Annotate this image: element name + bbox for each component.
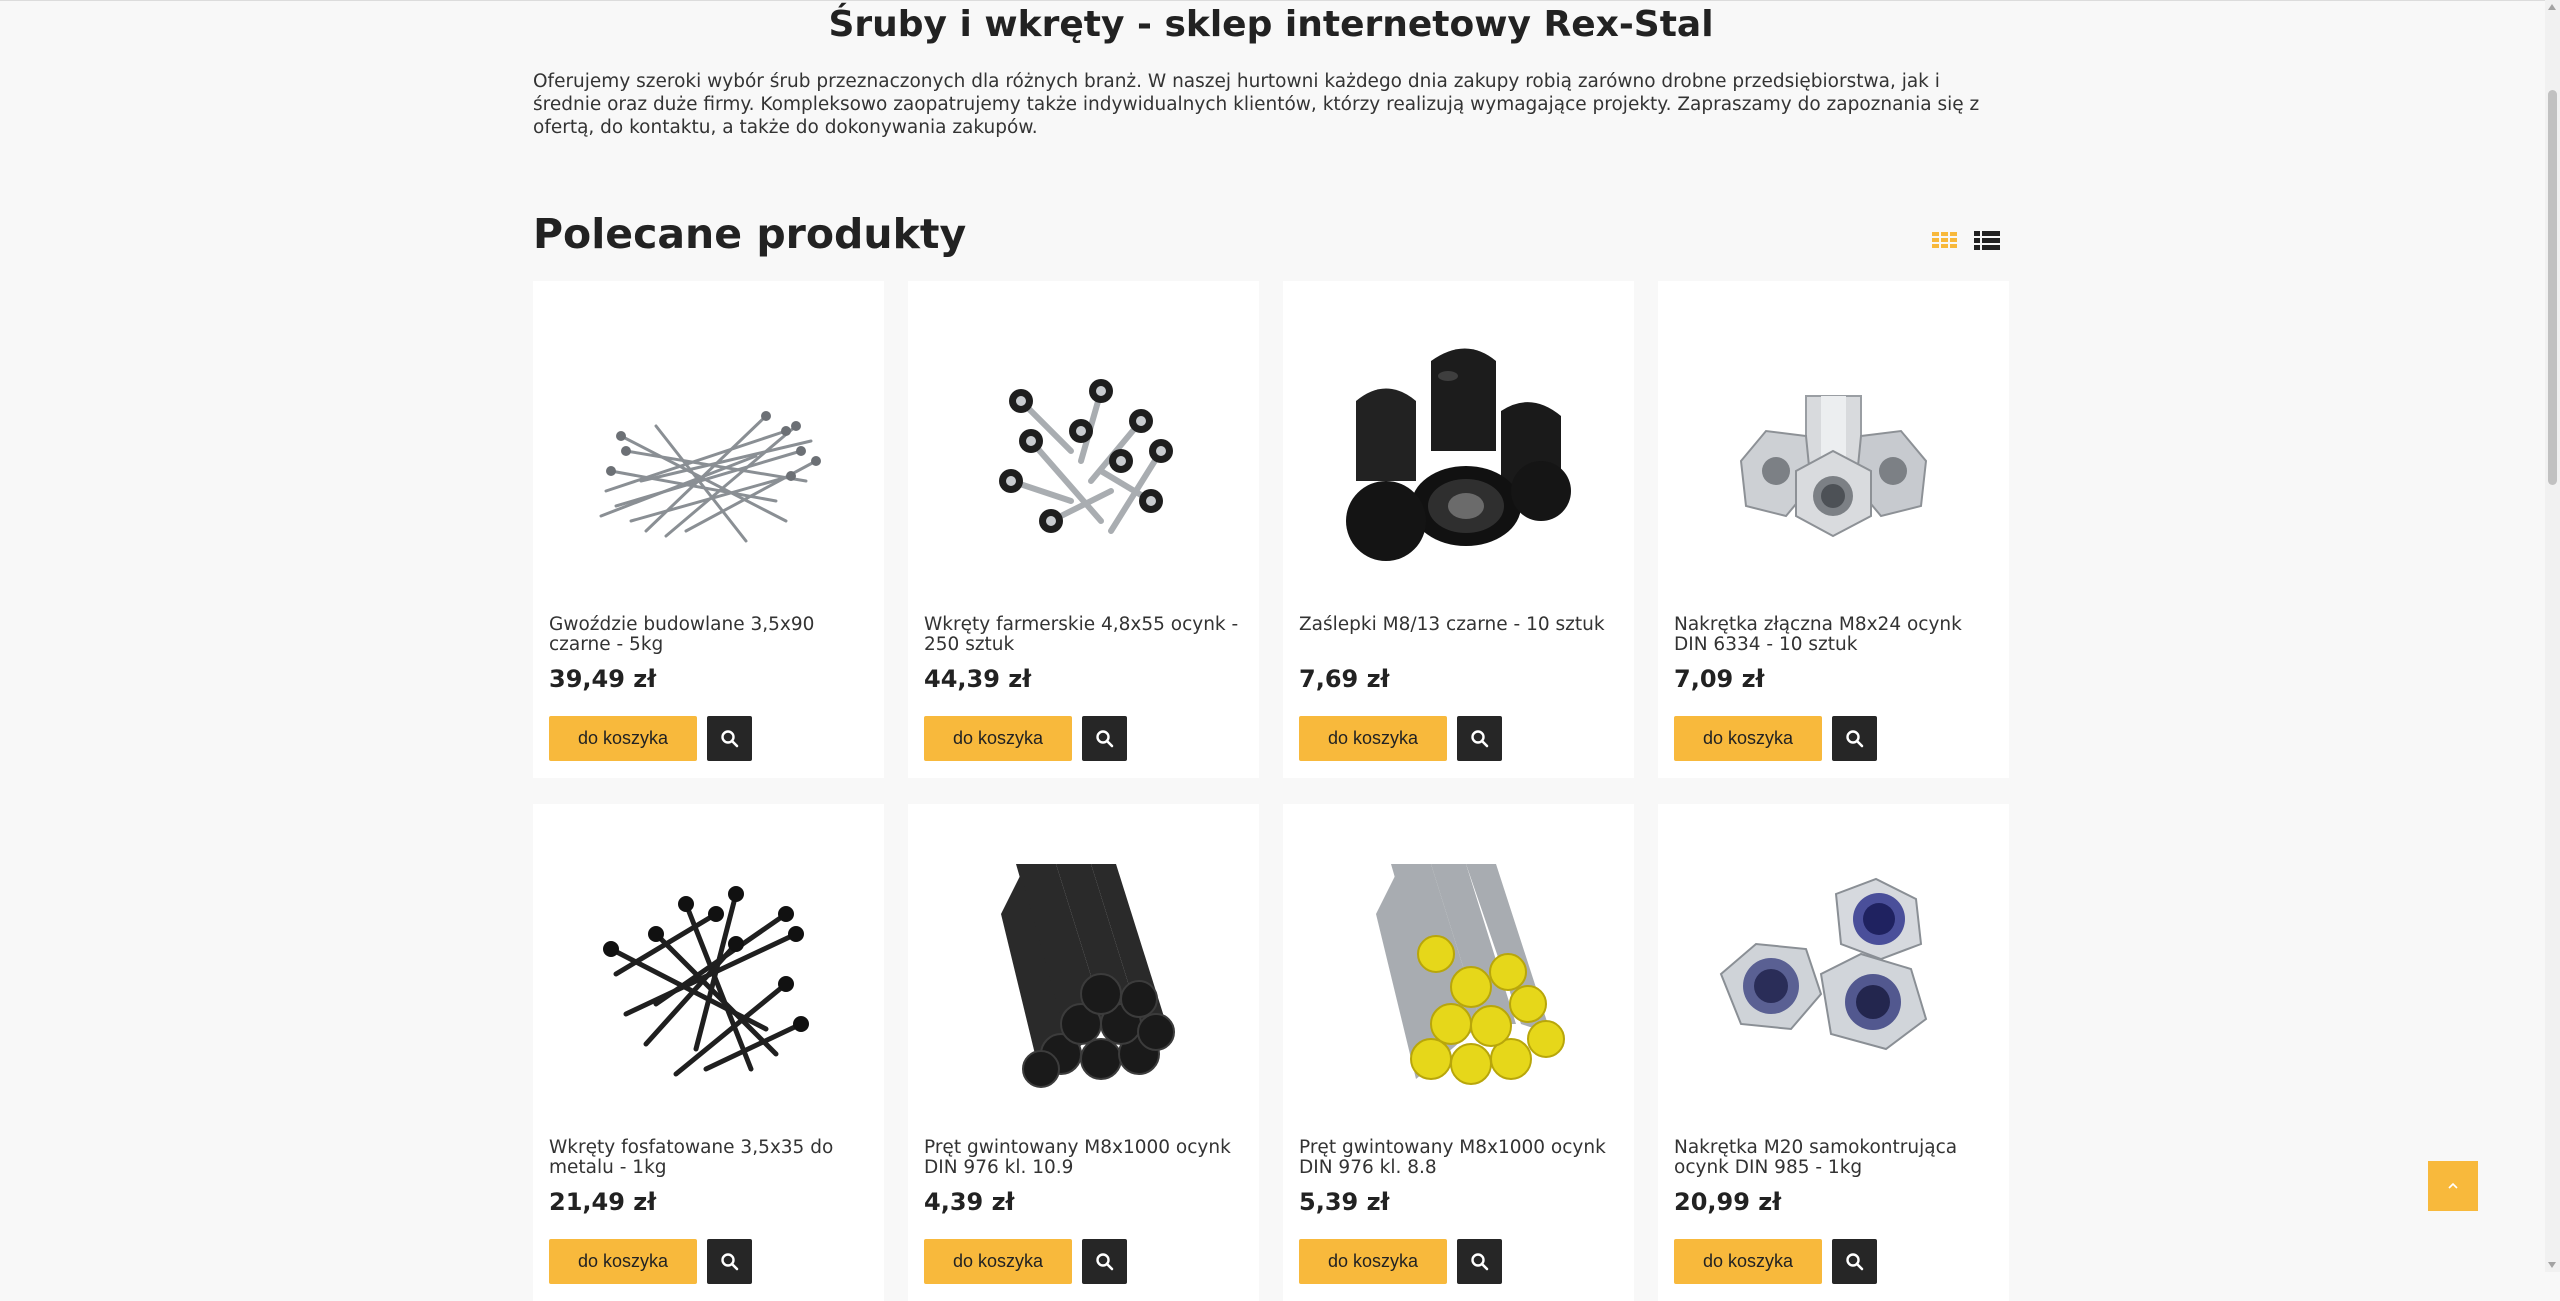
add-to-cart-button[interactable]: do koszyka [549,1239,697,1284]
product-price: 44,39 zł [924,665,1032,693]
add-to-cart-button[interactable]: do koszyka [924,716,1072,761]
phosphate-screws-image[interactable] [586,854,831,1099]
black-threaded-rods-image[interactable] [961,854,1206,1099]
scrollbar[interactable] [2545,0,2560,1272]
product-name[interactable]: Nakrętka złączna M8x24 ocynk DIN 6334 - … [1674,615,1994,655]
chevron-up-icon [2448,1182,2458,1189]
add-to-cart-button[interactable]: do koszyka [549,716,697,761]
product-grid: Gwoździe budowlane 3,5x90 czarne - 5kg 3… [533,281,2009,1301]
product-card[interactable]: Nakrętka złączna M8x24 ocynk DIN 6334 - … [1658,281,2009,778]
view-toggle [1931,228,2001,252]
top-border [0,0,2545,1]
product-name[interactable]: Gwoździe budowlane 3,5x90 czarne - 5kg [549,615,869,655]
quick-view-button[interactable] [1082,1239,1127,1284]
section-title: Polecane produkty [533,210,967,258]
product-card[interactable]: Pręt gwintowany M8x1000 ocynk DIN 976 kl… [1283,804,1634,1301]
search-icon [720,729,738,747]
product-name[interactable]: Pręt gwintowany M8x1000 ocynk DIN 976 kl… [924,1138,1244,1178]
back-to-top-button[interactable] [2428,1161,2478,1211]
grid-view-icon[interactable] [1931,228,1959,252]
coupling-nuts-image[interactable] [1711,331,1956,576]
product-price: 7,09 zł [1674,665,1765,693]
search-icon [1845,1252,1863,1270]
product-card[interactable]: Pręt gwintowany M8x1000 ocynk DIN 976 kl… [908,804,1259,1301]
scroll-up-icon[interactable] [2548,4,2556,10]
quick-view-button[interactable] [707,716,752,761]
yellow-threaded-rods-image[interactable] [1336,854,1581,1099]
black-caps-image[interactable] [1336,331,1581,576]
scroll-down-icon[interactable] [2548,1262,2556,1268]
product-name[interactable]: Zaślepki M8/13 czarne - 10 sztuk [1299,615,1619,635]
search-icon [1095,1252,1113,1270]
search-icon [1845,729,1863,747]
product-card[interactable]: Gwoździe budowlane 3,5x90 czarne - 5kg 3… [533,281,884,778]
add-to-cart-button[interactable]: do koszyka [1674,716,1822,761]
product-name[interactable]: Wkręty farmerskie 4,8x55 ocynk - 250 szt… [924,615,1244,655]
product-name[interactable]: Pręt gwintowany M8x1000 ocynk DIN 976 kl… [1299,1138,1619,1178]
search-icon [720,1252,738,1270]
quick-view-button[interactable] [1457,1239,1502,1284]
nails-image[interactable] [586,331,831,576]
product-name[interactable]: Nakrętka M20 samokontrująca ocynk DIN 98… [1674,1138,1994,1178]
add-to-cart-button[interactable]: do koszyka [1674,1239,1822,1284]
add-to-cart-button[interactable]: do koszyka [1299,1239,1447,1284]
quick-view-button[interactable] [1832,1239,1877,1284]
quick-view-button[interactable] [1832,716,1877,761]
search-icon [1095,729,1113,747]
search-icon [1470,1252,1488,1270]
product-card[interactable]: Wkręty farmerskie 4,8x55 ocynk - 250 szt… [908,281,1259,778]
product-card[interactable]: Nakrętka M20 samokontrująca ocynk DIN 98… [1658,804,2009,1301]
product-card[interactable]: Zaślepki M8/13 czarne - 10 sztuk 7,69 zł… [1283,281,1634,778]
quick-view-button[interactable] [1457,716,1502,761]
product-price: 5,39 zł [1299,1188,1390,1216]
product-name[interactable]: Wkręty fosfatowane 3,5x35 do metalu - 1k… [549,1138,869,1178]
scrollbar-thumb[interactable] [2548,90,2557,485]
product-price: 21,49 zł [549,1188,657,1216]
quick-view-button[interactable] [1082,716,1127,761]
search-icon [1470,729,1488,747]
product-price: 20,99 zł [1674,1188,1782,1216]
list-view-icon[interactable] [1973,228,2001,252]
add-to-cart-button[interactable]: do koszyka [1299,716,1447,761]
product-card[interactable]: Wkręty fosfatowane 3,5x35 do metalu - 1k… [533,804,884,1301]
product-price: 39,49 zł [549,665,657,693]
quick-view-button[interactable] [707,1239,752,1284]
product-price: 4,39 zł [924,1188,1015,1216]
page-title: Śruby i wkręty - sklep internetowy Rex-S… [828,4,1714,45]
lock-nuts-image[interactable] [1711,854,1956,1099]
add-to-cart-button[interactable]: do koszyka [924,1239,1072,1284]
farmer-screws-image[interactable] [961,331,1206,576]
product-price: 7,69 zł [1299,665,1390,693]
intro-text: Oferujemy szeroki wybór śrub przeznaczon… [533,71,1980,138]
